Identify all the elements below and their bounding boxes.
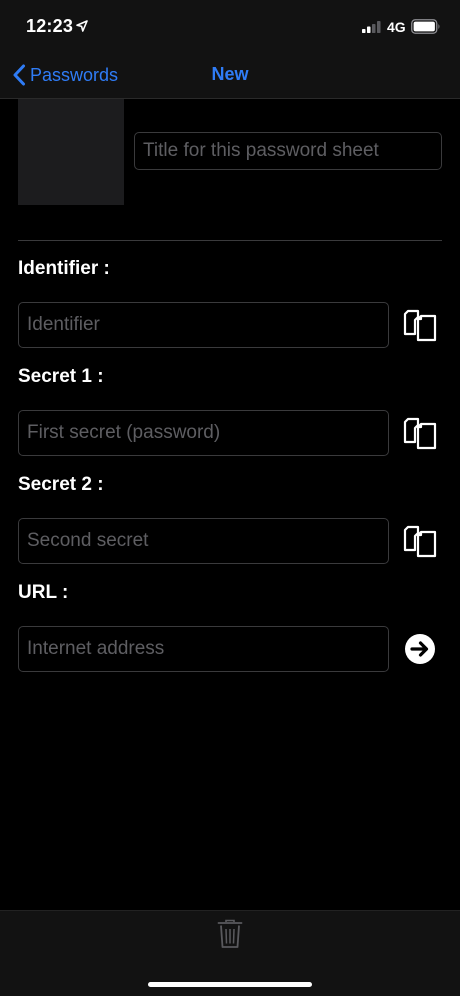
divider bbox=[18, 240, 442, 241]
copy-identifier-button[interactable] bbox=[402, 307, 438, 343]
arrow-right-circle-icon bbox=[405, 634, 435, 664]
secret2-input[interactable] bbox=[18, 518, 389, 564]
copy-icon bbox=[403, 309, 437, 342]
navigation-bar: Passwords New bbox=[0, 52, 460, 99]
trash-icon bbox=[217, 919, 243, 948]
identifier-input[interactable] bbox=[18, 302, 389, 348]
secret2-label: Secret 2 : bbox=[18, 474, 104, 495]
copy-secret2-button[interactable] bbox=[402, 523, 438, 559]
copy-icon bbox=[403, 525, 437, 558]
delete-button[interactable] bbox=[217, 919, 243, 949]
page-title: New bbox=[211, 64, 249, 84]
sheet-image-placeholder[interactable] bbox=[18, 99, 124, 205]
open-url-button[interactable] bbox=[402, 631, 438, 667]
copy-secret1-button[interactable] bbox=[402, 415, 438, 451]
home-indicator[interactable] bbox=[148, 982, 312, 987]
location-arrow-icon bbox=[76, 20, 88, 32]
url-label: URL : bbox=[18, 582, 69, 603]
battery-icon bbox=[411, 19, 440, 34]
secret1-input[interactable] bbox=[18, 410, 389, 456]
secret1-label: Secret 1 : bbox=[18, 366, 104, 387]
status-time: 12:23 bbox=[26, 16, 74, 36]
copy-icon bbox=[403, 417, 437, 450]
new-password-screen: 12:23 4G Passwords New Identifier : bbox=[0, 0, 460, 996]
url-input[interactable] bbox=[18, 626, 389, 672]
identifier-label: Identifier : bbox=[18, 258, 110, 279]
cellular-signal-icon bbox=[362, 21, 381, 33]
title-input[interactable] bbox=[134, 132, 442, 170]
network-type: 4G bbox=[387, 19, 406, 35]
status-bar: 12:23 4G bbox=[0, 0, 460, 52]
